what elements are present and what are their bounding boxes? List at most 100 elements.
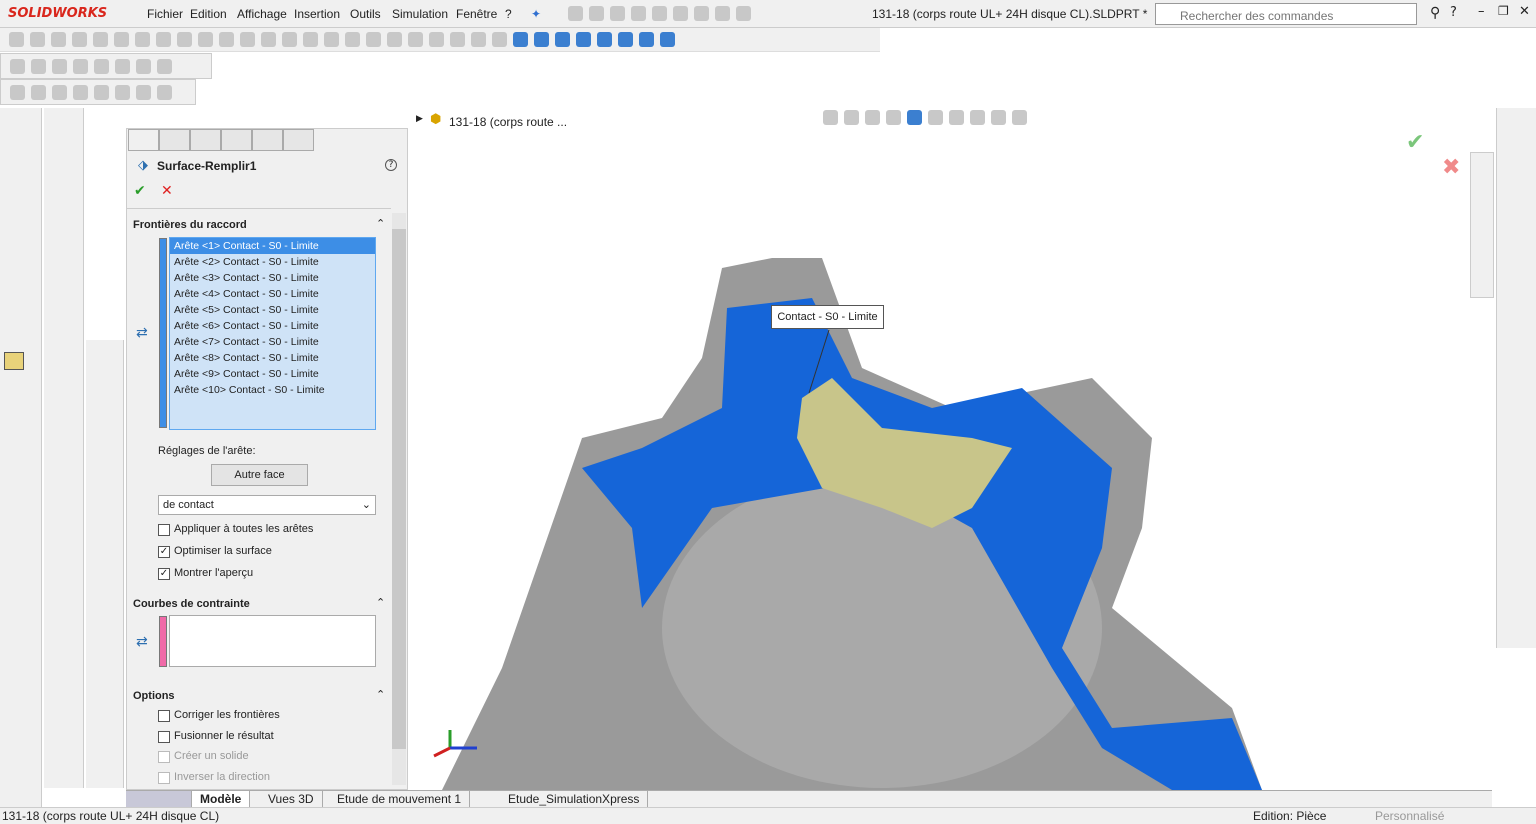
menu-outils[interactable]: Outils xyxy=(350,7,381,21)
previous-view-icon[interactable] xyxy=(865,110,880,125)
tool-icon[interactable] xyxy=(31,59,46,74)
tool-icon[interactable] xyxy=(471,32,486,47)
checkbox[interactable] xyxy=(158,751,170,763)
view-icon[interactable] xyxy=(534,32,549,47)
tool-icon[interactable] xyxy=(114,32,129,47)
view-icon[interactable] xyxy=(597,32,612,47)
tab-motion-study[interactable]: Etude de mouvement 1 xyxy=(329,791,471,808)
tool-icon[interactable] xyxy=(72,32,87,47)
tool-icon[interactable] xyxy=(177,32,192,47)
tool-icon[interactable] xyxy=(93,32,108,47)
checkbox[interactable]: ✓ xyxy=(158,546,170,558)
contact-type-select[interactable]: de contact ⌄ xyxy=(158,495,376,515)
tool-icon[interactable] xyxy=(115,85,130,100)
edge-list-item[interactable]: Arête <10> Contact - S0 - Limite xyxy=(170,382,375,398)
tool-icon[interactable] xyxy=(492,32,507,47)
menu-help[interactable]: ? xyxy=(505,7,512,21)
undo-icon[interactable] xyxy=(673,6,688,21)
edge-list-item[interactable]: Arête <9> Contact - S0 - Limite xyxy=(170,366,375,382)
view-icon[interactable] xyxy=(660,32,675,47)
edge-list-item[interactable]: Arête <5> Contact - S0 - Limite xyxy=(170,302,375,318)
tool-icon[interactable] xyxy=(345,32,360,47)
tab-scroll-buttons[interactable] xyxy=(126,791,192,808)
save-icon[interactable] xyxy=(631,6,646,21)
menu-fenetre[interactable]: Fenêtre xyxy=(456,7,497,21)
tab-simulationxpress[interactable]: Etude_SimulationXpress xyxy=(478,791,649,808)
tool-icon[interactable] xyxy=(324,32,339,47)
status-units[interactable]: Personnalisé xyxy=(1375,809,1444,823)
checkbox[interactable] xyxy=(158,710,170,722)
close-button[interactable]: ✕ xyxy=(1519,4,1530,19)
other-face-button[interactable]: Autre face xyxy=(211,464,308,486)
section-view-icon[interactable] xyxy=(886,110,901,125)
tab-property-manager[interactable] xyxy=(159,129,190,151)
edge-list-item[interactable]: Arête <4> Contact - S0 - Limite xyxy=(170,286,375,302)
tool-icon[interactable] xyxy=(303,32,318,47)
tool-icon[interactable] xyxy=(219,32,234,47)
help-icon[interactable]: ? xyxy=(385,159,397,171)
display-icon[interactable] xyxy=(1012,110,1027,125)
tool-icon[interactable] xyxy=(9,32,24,47)
tool-icon[interactable] xyxy=(52,59,67,74)
checkbox[interactable] xyxy=(158,730,170,743)
tool-icon[interactable] xyxy=(135,32,150,47)
user-icon[interactable]: ⚲ xyxy=(1430,5,1440,21)
tab-display-manager[interactable] xyxy=(252,129,283,151)
new-icon[interactable] xyxy=(589,6,604,21)
ok-button[interactable]: ✔ xyxy=(134,183,146,199)
tab-dimxpert[interactable] xyxy=(221,129,252,151)
tree-expand-icon[interactable]: ▶ xyxy=(416,114,423,124)
edge-list-item[interactable]: Arête <8> Contact - S0 - Limite xyxy=(170,350,375,366)
appearance-icon[interactable] xyxy=(970,110,985,125)
open-icon[interactable] xyxy=(610,6,625,21)
view-icon[interactable] xyxy=(639,32,654,47)
checkbox[interactable] xyxy=(158,524,170,536)
tool-icon[interactable] xyxy=(136,85,151,100)
view-icon[interactable] xyxy=(576,32,591,47)
confirm-cancel-icon[interactable]: ✖ xyxy=(1442,155,1460,180)
tab-configuration-manager[interactable] xyxy=(190,129,221,151)
tool-icon[interactable] xyxy=(366,32,381,47)
feature-tree-flyout[interactable]: 131-18 (corps route ... xyxy=(449,115,567,129)
collapse-chevron-icon[interactable]: ⌃ xyxy=(376,217,385,230)
active-tool-icon[interactable] xyxy=(4,352,24,370)
tool-icon[interactable] xyxy=(73,59,88,74)
tool-icon[interactable] xyxy=(115,59,130,74)
graphics-area[interactable] xyxy=(412,108,1492,790)
edge-list-item[interactable]: Arête <3> Contact - S0 - Limite xyxy=(170,270,375,286)
minimize-button[interactable]: – xyxy=(1478,4,1485,19)
tool-icon[interactable] xyxy=(73,85,88,100)
checkbox[interactable]: ✓ xyxy=(158,568,170,580)
edge-list-item[interactable]: Arête <7> Contact - S0 - Limite xyxy=(170,334,375,350)
tab-model[interactable]: Modèle xyxy=(192,791,251,808)
tool-icon[interactable] xyxy=(94,85,109,100)
checkbox[interactable] xyxy=(158,771,170,784)
tool-icon[interactable] xyxy=(387,32,402,47)
boundary-edge-list[interactable]: Arête <1> Contact - S0 - Limite Arête <2>… xyxy=(169,237,376,430)
tool-icon[interactable] xyxy=(261,32,276,47)
tool-icon[interactable] xyxy=(10,59,25,74)
options-icon[interactable] xyxy=(736,6,751,21)
collapse-chevron-icon[interactable]: ⌃ xyxy=(376,596,385,609)
tab-cam[interactable] xyxy=(283,129,314,151)
view-icon[interactable] xyxy=(555,32,570,47)
tool-icon[interactable] xyxy=(240,32,255,47)
edge-list-item[interactable]: Arête <2> Contact - S0 - Limite xyxy=(170,254,375,270)
cancel-button[interactable]: ✕ xyxy=(161,183,173,199)
menu-insertion[interactable]: Insertion xyxy=(294,7,340,21)
tool-icon[interactable] xyxy=(136,59,151,74)
edge-list-item[interactable]: Arête <6> Contact - S0 - Limite xyxy=(170,318,375,334)
restore-button[interactable]: ❐ xyxy=(1498,4,1509,18)
tool-icon[interactable] xyxy=(429,32,444,47)
scene-icon[interactable] xyxy=(991,110,1006,125)
menu-affichage[interactable]: Affichage xyxy=(237,7,287,21)
display-style-icon[interactable] xyxy=(928,110,943,125)
tool-icon[interactable] xyxy=(198,32,213,47)
collapse-chevron-icon[interactable]: ⌃ xyxy=(376,688,385,701)
tool-icon[interactable] xyxy=(156,32,171,47)
zoom-fit-icon[interactable] xyxy=(823,110,838,125)
zoom-area-icon[interactable] xyxy=(844,110,859,125)
tool-icon[interactable] xyxy=(10,85,25,100)
tool-icon[interactable] xyxy=(157,59,172,74)
tool-icon[interactable] xyxy=(31,85,46,100)
